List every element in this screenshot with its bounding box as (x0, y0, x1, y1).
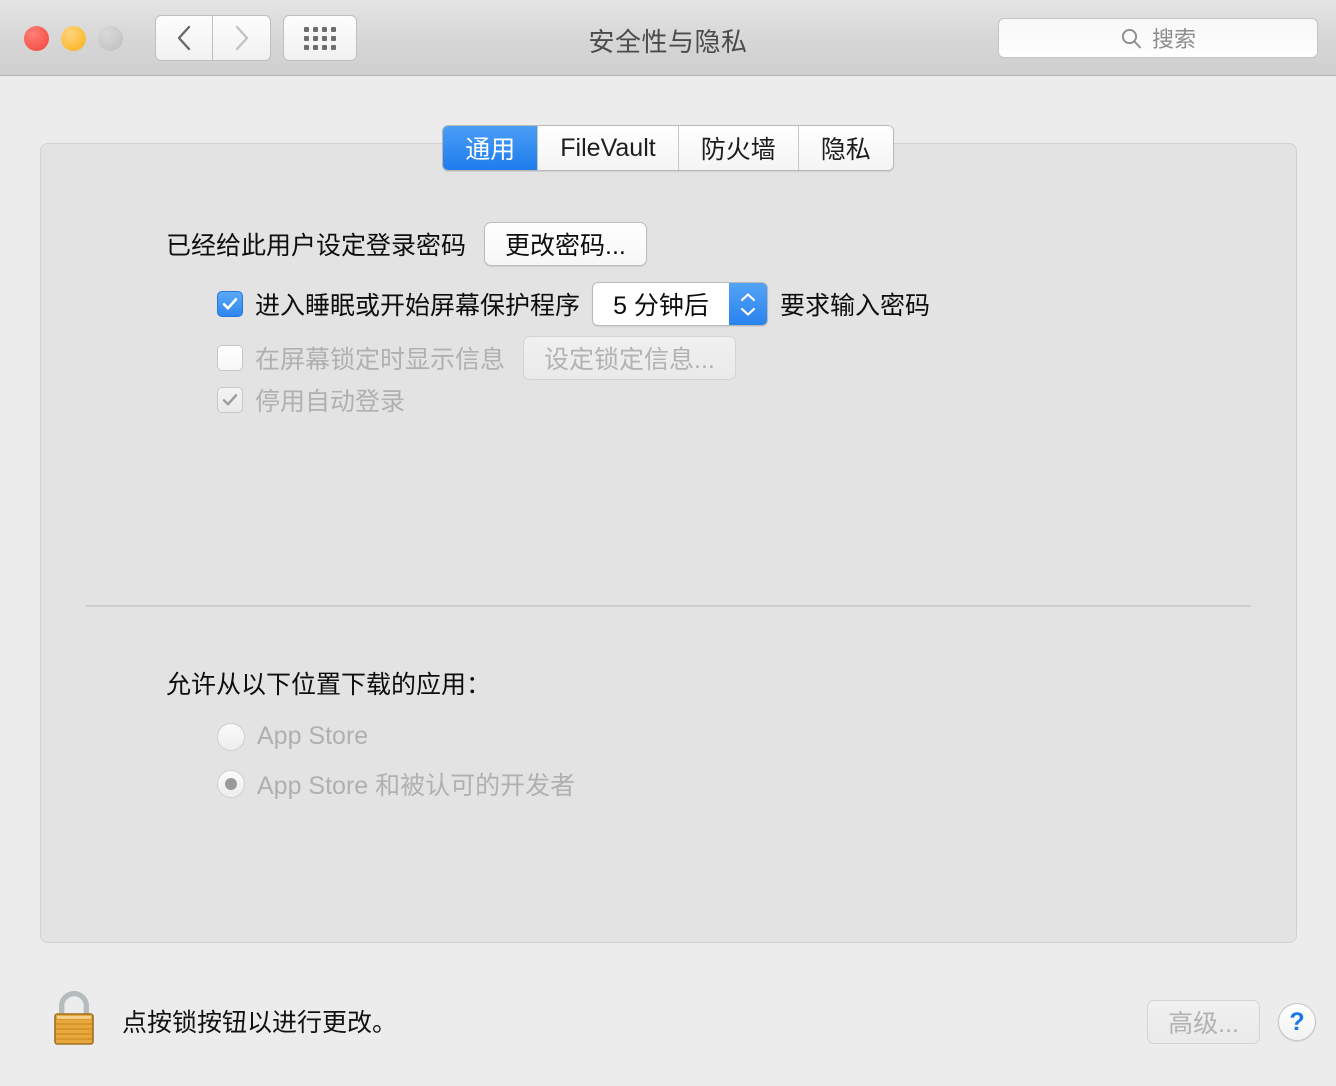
require-password-prefix-label: 进入睡眠或开始屏幕保护程序 (255, 292, 581, 320)
section-divider (86, 605, 1251, 607)
tab-general[interactable]: 通用 (443, 126, 539, 170)
download-section-heading-row: 允许从以下位置下载的应用： (166, 665, 491, 701)
download-option-appstore[interactable]: App Store (217, 722, 368, 751)
radio-app-store-identified[interactable] (217, 770, 245, 798)
window-titlebar: 安全性与隐私 搜索 (0, 0, 1336, 76)
radio-selected-dot (225, 778, 237, 790)
lock-row: 点按锁按钮以进行更改。 (48, 988, 397, 1053)
tab-bar: 通用 FileVault 防火墙 隐私 (0, 125, 1336, 171)
lock-message-checkbox[interactable] (217, 345, 243, 371)
chevron-down-icon[interactable] (739, 306, 757, 317)
download-option-appstore-identified[interactable]: App Store 和被认可的开发者 (217, 766, 575, 802)
require-password-suffix-label: 要求输入密码 (780, 292, 931, 320)
download-section-heading: 允许从以下位置下载的应用： (166, 671, 492, 699)
stepper-up-down-icon[interactable] (729, 283, 768, 325)
lock-message-row: 在屏幕锁定时显示信息 设定锁定信息... (217, 336, 736, 380)
chevron-up-icon[interactable] (739, 292, 757, 303)
disable-auto-login-checkbox[interactable] (217, 387, 243, 413)
delay-value: 5 分钟后 (593, 283, 730, 325)
footer-buttons: 高级... ? (1147, 1000, 1316, 1044)
tab-filevault[interactable]: FileVault (538, 126, 679, 170)
radio-app-store-identified-label: App Store 和被认可的开发者 (257, 772, 576, 800)
advanced-button[interactable]: 高级... (1147, 1000, 1260, 1044)
lock-message-label: 在屏幕锁定时显示信息 (255, 346, 506, 374)
change-password-button[interactable]: 更改密码... (484, 222, 647, 266)
checkmark-icon (222, 394, 238, 406)
require-password-row: 进入睡眠或开始屏幕保护程序 5 分钟后 要求输入密码 (217, 282, 930, 326)
radio-app-store[interactable] (217, 722, 245, 751)
tab-privacy[interactable]: 隐私 (798, 126, 893, 170)
tab-firewall[interactable]: 防火墙 (678, 126, 799, 170)
lock-hint-text: 点按锁按钮以进行更改。 (122, 1008, 398, 1037)
require-password-delay-stepper[interactable]: 5 分钟后 (592, 282, 769, 326)
password-status-label: 已经给此用户设定登录密码 (166, 232, 467, 260)
padlock-locked-icon[interactable] (48, 988, 100, 1053)
security-privacy-window: 安全性与隐私 搜索 通用 FileVault 防火墙 隐私 已经给此用户设定登录… (0, 0, 1336, 1086)
search-input[interactable]: 搜索 (998, 18, 1318, 58)
set-lock-message-button[interactable]: 设定锁定信息... (523, 336, 736, 380)
checkmark-icon (222, 298, 238, 310)
search-placeholder: 搜索 (1151, 27, 1196, 52)
disable-auto-login-label: 停用自动登录 (255, 388, 406, 416)
password-status-row: 已经给此用户设定登录密码 更改密码... (166, 222, 647, 266)
help-button[interactable]: ? (1278, 1003, 1316, 1041)
require-password-checkbox[interactable] (217, 291, 243, 317)
search-icon (1121, 28, 1141, 49)
disable-auto-login-row: 停用自动登录 (217, 382, 405, 418)
general-pane: 已经给此用户设定登录密码 更改密码... 进入睡眠或开始屏幕保护程序 5 分钟后 (40, 143, 1297, 943)
radio-app-store-label: App Store (257, 722, 369, 750)
